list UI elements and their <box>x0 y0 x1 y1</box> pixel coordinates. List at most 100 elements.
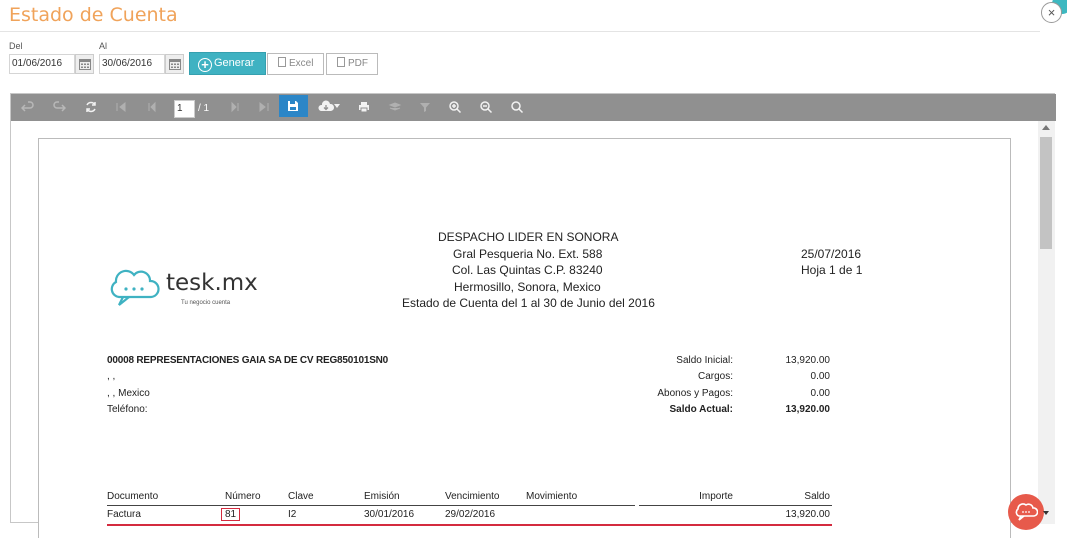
row-number[interactable]: 81 <box>221 508 241 521</box>
page-total: / 1 <box>198 103 210 114</box>
client-line-2: , , Mexico <box>107 388 150 399</box>
row-document: Factura <box>107 509 141 520</box>
download-menu-button[interactable] <box>318 100 340 114</box>
to-date-label: Al <box>99 41 108 51</box>
filter-button[interactable] <box>418 100 432 114</box>
page-title: Estado de Cuenta <box>9 4 178 26</box>
company-name: DESPACHO LIDER EN SONORA <box>438 230 619 244</box>
prev-page-icon <box>148 101 156 113</box>
last-page-icon <box>259 101 269 113</box>
client-line-1: , , <box>107 371 116 382</box>
to-date-input[interactable]: 30/06/2016 <box>99 54 165 74</box>
zoom-button[interactable] <box>510 100 524 114</box>
row-issue-date: 30/01/2016 <box>364 509 415 520</box>
download-icon <box>318 100 340 111</box>
close-button[interactable]: × <box>1041 2 1062 23</box>
client-phone-label: Teléfono: <box>107 404 148 415</box>
scrollbar-thumb[interactable] <box>1040 137 1052 249</box>
to-calendar-button[interactable] <box>165 54 184 74</box>
cloud-chat-icon <box>1015 503 1038 521</box>
from-date-label: Del <box>9 41 23 51</box>
column-header-issue-date: Emisión <box>364 491 400 502</box>
excel-label: Excel <box>289 58 314 69</box>
logo-brand: tesk.mx <box>166 270 258 296</box>
column-header-movement: Movimiento <box>526 491 578 502</box>
current-balance-label: Saldo Actual: <box>669 404 733 415</box>
from-date-input[interactable]: 01/06/2016 <box>9 54 75 74</box>
last-page-button[interactable] <box>257 100 271 114</box>
from-calendar-button[interactable] <box>75 54 94 74</box>
scroll-up-arrow[interactable] <box>1042 125 1050 130</box>
cloud-chat-icon <box>110 269 160 306</box>
calendar-icon <box>169 59 181 70</box>
company-address-2: Col. Las Quintas C.P. 83240 <box>452 263 603 277</box>
header-rule-right <box>639 505 832 506</box>
charges-label: Cargos: <box>697 371 733 382</box>
row-key: I2 <box>288 509 297 520</box>
save-icon <box>288 101 298 111</box>
column-header-balance: Saldo <box>804 491 830 502</box>
column-header-document: Documento <box>107 491 159 502</box>
zoom-icon <box>511 101 524 114</box>
zoom-in-icon <box>449 101 462 114</box>
print-button[interactable] <box>357 100 371 114</box>
title-divider <box>0 31 1040 32</box>
first-page-button[interactable] <box>114 100 128 114</box>
report-viewer: 1 / 1 DESPACHO LIDER EN SONORA Gral Pesq… <box>10 93 1056 538</box>
scroll-down-arrow[interactable] <box>1043 511 1049 515</box>
page-number-input[interactable]: 1 <box>174 100 195 118</box>
zoom-out-icon <box>480 101 493 114</box>
generate-button[interactable]: + Generar <box>189 52 266 75</box>
refresh-button[interactable] <box>84 100 98 114</box>
company-city: Hermosillo, Sonora, Mexico <box>454 280 601 294</box>
first-page-icon <box>116 101 126 113</box>
header-rule-left <box>107 505 635 506</box>
company-address-1: Gral Pesqueria No. Ext. 588 <box>453 247 603 261</box>
report-page: DESPACHO LIDER EN SONORA Gral Pesqueria … <box>38 138 1011 538</box>
layers-icon <box>388 102 402 111</box>
excel-file-icon <box>278 57 286 67</box>
calendar-icon <box>79 59 91 70</box>
initial-balance-value: 13,920.00 <box>785 355 831 366</box>
prev-page-button[interactable] <box>144 100 158 114</box>
pdf-file-icon <box>337 57 345 67</box>
redo-icon <box>53 101 66 112</box>
undo-button[interactable] <box>21 100 35 114</box>
zoom-out-button[interactable] <box>479 100 493 114</box>
column-header-key: Clave <box>288 491 314 502</box>
plus-circle-icon: + <box>198 58 212 72</box>
pdf-label: PDF <box>348 58 368 69</box>
report-page-count: Hoja 1 de 1 <box>801 263 863 277</box>
excel-button[interactable]: Excel <box>267 53 324 75</box>
next-page-button[interactable] <box>229 100 243 114</box>
chat-fab-button[interactable] <box>1008 494 1044 530</box>
print-icon <box>359 102 369 113</box>
row-balance: 13,920.00 <box>785 509 831 520</box>
row-due-date: 29/02/2016 <box>445 509 496 520</box>
charges-value: 0.00 <box>810 371 830 382</box>
layers-button[interactable] <box>388 100 402 114</box>
current-balance-value: 13,920.00 <box>785 404 831 415</box>
redo-button[interactable] <box>52 100 66 114</box>
refresh-icon <box>86 101 96 113</box>
row-highlight-rule <box>107 524 832 526</box>
viewer-toolbar: 1 / 1 <box>11 94 1056 121</box>
initial-balance-label: Saldo Inicial: <box>676 355 733 366</box>
undo-icon <box>21 101 34 112</box>
payments-label: Abonos y Pagos: <box>657 388 733 399</box>
column-header-due-date: Vencimiento <box>445 491 500 502</box>
payments-value: 0.00 <box>810 388 830 399</box>
zoom-in-button[interactable] <box>448 100 462 114</box>
save-button[interactable] <box>279 95 308 117</box>
next-page-icon <box>231 101 239 113</box>
report-subtitle: Estado de Cuenta del 1 al 30 de Junio de… <box>402 296 655 310</box>
column-header-amount: Importe <box>699 491 733 502</box>
column-header-number: Número <box>225 491 261 502</box>
logo-tagline: Tu negocio cuenta <box>181 300 231 306</box>
tesk-logo: tesk.mx Tu negocio cuenta <box>107 267 267 313</box>
filter-icon <box>420 103 430 112</box>
report-date: 25/07/2016 <box>801 247 862 261</box>
pdf-button[interactable]: PDF <box>326 53 378 75</box>
client-name: 00008 REPRESENTACIONES GAIA SA DE CV REG… <box>107 355 389 366</box>
generate-label: Generar <box>214 57 255 69</box>
